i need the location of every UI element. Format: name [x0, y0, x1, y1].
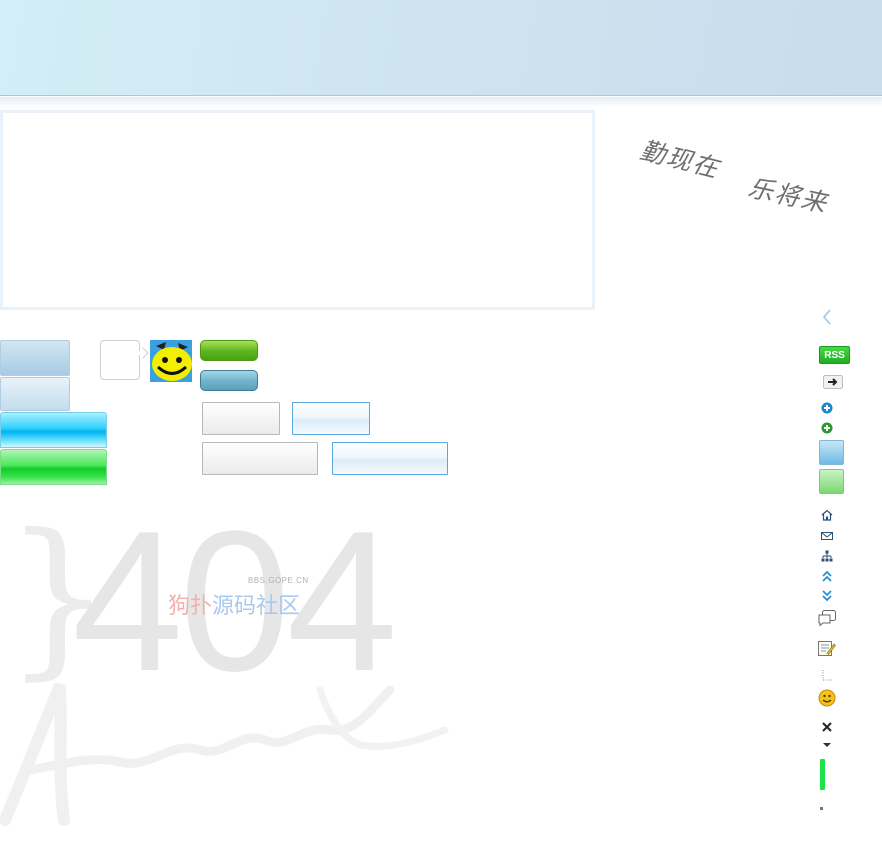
green-tile-icon[interactable]: [819, 469, 844, 494]
script-signature-decoration: [0, 682, 449, 826]
main-content-panel: [0, 110, 595, 310]
cyan-gradient-bar[interactable]: [0, 412, 107, 448]
progress-bar-icon: [820, 759, 825, 790]
green-button[interactable]: [200, 340, 258, 361]
edit-note-icon[interactable]: [816, 637, 838, 659]
dropdown-arrow-icon[interactable]: [816, 734, 838, 756]
light-tab-tile[interactable]: [0, 377, 70, 411]
arrow-right-icon[interactable]: [822, 371, 844, 393]
back-chevron-icon[interactable]: [816, 306, 838, 328]
rss-badge[interactable]: RSS: [819, 346, 850, 364]
slogan-text-1: 勤现在: [637, 135, 723, 184]
sitemap-icon[interactable]: [816, 545, 838, 567]
text-input-small-focused[interactable]: [292, 402, 370, 435]
watermark-domain: BBS.GOPE.CN: [248, 576, 309, 585]
mail-icon[interactable]: [816, 525, 838, 547]
smiley-icon[interactable]: [816, 687, 838, 709]
text-input-small[interactable]: [202, 402, 280, 435]
green-gradient-bar[interactable]: [0, 449, 107, 485]
home-icon[interactable]: [816, 504, 838, 526]
text-input-large-focused[interactable]: [332, 442, 448, 475]
blue-tile-icon[interactable]: [819, 440, 844, 465]
watermark-name: 狗扑源码社区: [168, 588, 300, 620]
comments-icon[interactable]: [816, 607, 838, 629]
header-banner: [0, 0, 882, 96]
text-input-large[interactable]: [202, 442, 318, 475]
banner-shadow: [0, 97, 882, 107]
smiley-avatar-icon: [150, 340, 192, 382]
double-down-icon[interactable]: [816, 585, 838, 607]
add-green-icon[interactable]: [816, 417, 838, 439]
dotted-corner-icon: [816, 664, 838, 686]
teal-button[interactable]: [200, 370, 258, 391]
watermark-name-blue: 源码社区: [212, 593, 301, 618]
speech-bubble: [100, 340, 140, 380]
blue-tab-tile[interactable]: [0, 340, 70, 376]
double-up-icon[interactable]: [816, 565, 838, 587]
add-blue-icon[interactable]: [816, 397, 838, 419]
dot-icon: [820, 807, 823, 810]
watermark-name-red: 狗扑: [168, 593, 213, 618]
slogan-text-2: 乐将来: [745, 172, 831, 219]
avatar[interactable]: [150, 340, 192, 382]
